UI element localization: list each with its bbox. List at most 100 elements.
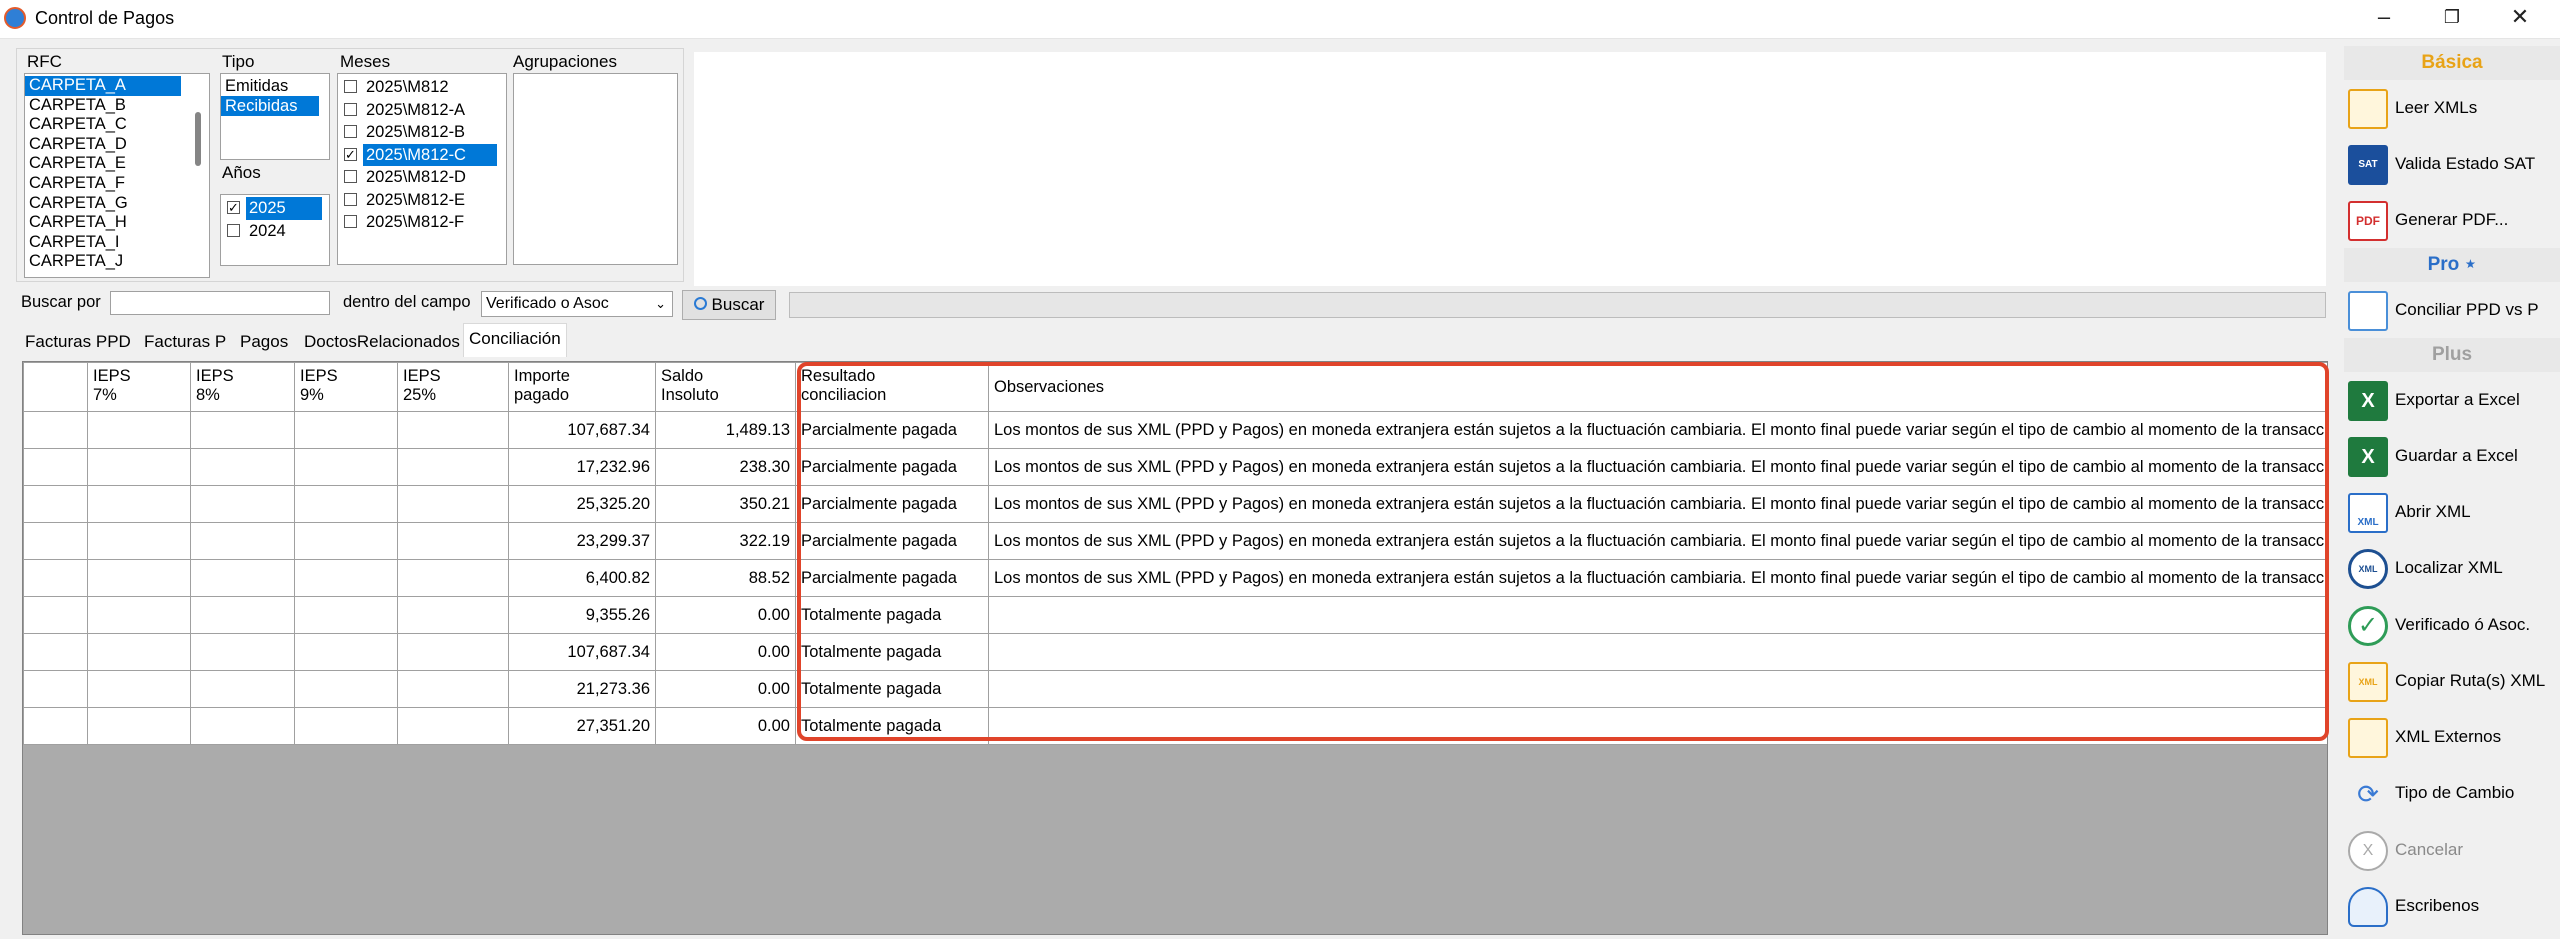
- cell-saldo[interactable]: 0.00: [655, 596, 796, 634]
- tipo-cambio-button[interactable]: ⟳ Tipo de Cambio: [2344, 765, 2560, 821]
- column-header-ieps25[interactable]: IEPS 25%: [397, 362, 509, 412]
- cell-ieps8[interactable]: [190, 559, 295, 597]
- mes-item[interactable]: 2025\M812-B: [338, 121, 506, 144]
- tab-pagos[interactable]: Pagos: [234, 327, 294, 355]
- row-selector[interactable]: [23, 411, 88, 449]
- checkbox[interactable]: [344, 125, 357, 139]
- cell-importe[interactable]: 27,351.20: [508, 707, 656, 745]
- cell-saldo[interactable]: 0.00: [655, 633, 796, 671]
- row-selector[interactable]: [23, 707, 88, 745]
- buscar-button[interactable]: Buscar: [682, 290, 776, 320]
- cell-importe[interactable]: 9,355.26: [508, 596, 656, 634]
- rfc-item[interactable]: CARPETA_I: [25, 233, 181, 253]
- valida-sat-button[interactable]: SAT Valida Estado SAT: [2344, 136, 2560, 192]
- cell-ieps9[interactable]: [294, 522, 398, 560]
- anio-item[interactable]: ✓ 2025: [221, 197, 329, 220]
- checkbox[interactable]: [344, 102, 357, 116]
- cell-importe[interactable]: 6,400.82: [508, 559, 656, 597]
- rfc-item[interactable]: CARPETA_H: [25, 213, 181, 233]
- cell-saldo[interactable]: 350.21: [655, 485, 796, 523]
- localizar-xml-button[interactable]: XML Localizar XML: [2344, 540, 2560, 596]
- row-selector[interactable]: [23, 559, 88, 597]
- exportar-excel-button[interactable]: X Exportar a Excel: [2344, 372, 2560, 428]
- rfc-item[interactable]: CARPETA_F: [25, 174, 181, 194]
- mes-item[interactable]: 2025\M812: [338, 76, 506, 99]
- generar-pdf-button[interactable]: PDF Generar PDF...: [2344, 192, 2560, 248]
- rfc-item[interactable]: CARPETA_E: [25, 154, 181, 174]
- cell-ieps8[interactable]: [190, 522, 295, 560]
- rfc-item[interactable]: CARPETA_C: [25, 115, 181, 135]
- cell-ieps9[interactable]: [294, 448, 398, 486]
- cell-ieps9[interactable]: [294, 559, 398, 597]
- cell-ieps8[interactable]: [190, 633, 295, 671]
- cell-importe[interactable]: 23,299.37: [508, 522, 656, 560]
- agrupaciones-listbox[interactable]: [513, 73, 678, 265]
- cell-ieps7[interactable]: [87, 707, 191, 745]
- restore-icon[interactable]: ❐: [2418, 0, 2486, 36]
- cell-ieps9[interactable]: [294, 411, 398, 449]
- escribenos-button[interactable]: Escribenos: [2344, 878, 2560, 934]
- row-selector[interactable]: [23, 633, 88, 671]
- tipo-item[interactable]: Recibidas: [221, 96, 319, 116]
- cell-ieps25[interactable]: [397, 633, 509, 671]
- mes-item[interactable]: 2025\M812-D: [338, 166, 506, 189]
- cell-ieps7[interactable]: [87, 411, 191, 449]
- column-header-ieps9[interactable]: IEPS 9%: [294, 362, 398, 412]
- tab-doctosrelacionados[interactable]: DoctosRelacionados: [298, 327, 466, 355]
- cancelar-button[interactable]: X Cancelar: [2344, 822, 2560, 878]
- cell-importe[interactable]: 25,325.20: [508, 485, 656, 523]
- copiar-ruta-button[interactable]: XML Copiar Ruta(s) XML: [2344, 653, 2560, 709]
- cell-ieps7[interactable]: [87, 596, 191, 634]
- cell-ieps25[interactable]: [397, 411, 509, 449]
- checkbox[interactable]: [344, 192, 357, 206]
- minimize-icon[interactable]: –: [2350, 0, 2418, 36]
- verificado-button[interactable]: ✓ Verificado ó Asoc.: [2344, 597, 2560, 653]
- tab-conciliaci-n[interactable]: Conciliación: [463, 323, 567, 357]
- anios-listbox[interactable]: ✓ 2025 2024: [220, 194, 330, 266]
- checkbox-checked[interactable]: ✓: [227, 201, 240, 215]
- cell-ieps7[interactable]: [87, 670, 191, 708]
- anio-item[interactable]: 2024: [221, 220, 329, 243]
- cell-importe[interactable]: 17,232.96: [508, 448, 656, 486]
- cell-ieps7[interactable]: [87, 485, 191, 523]
- search-input[interactable]: [110, 291, 330, 315]
- tipo-listbox[interactable]: Emitidas Recibidas: [220, 73, 330, 160]
- cell-ieps9[interactable]: [294, 707, 398, 745]
- cell-ieps25[interactable]: [397, 559, 509, 597]
- mes-item[interactable]: ✓ 2025\M812-C: [338, 143, 506, 166]
- rfc-item[interactable]: CARPETA_D: [25, 135, 181, 155]
- checkbox[interactable]: [344, 80, 357, 94]
- tab-facturas-p[interactable]: Facturas P: [138, 327, 232, 355]
- cell-ieps7[interactable]: [87, 448, 191, 486]
- checkbox[interactable]: [227, 223, 240, 237]
- cell-ieps25[interactable]: [397, 522, 509, 560]
- conciliar-button[interactable]: Conciliar PPD vs P: [2344, 282, 2560, 338]
- cell-ieps25[interactable]: [397, 707, 509, 745]
- column-header-sel[interactable]: [23, 362, 88, 412]
- cell-ieps7[interactable]: [87, 559, 191, 597]
- cell-ieps8[interactable]: [190, 485, 295, 523]
- guardar-excel-button[interactable]: X Guardar a Excel: [2344, 428, 2560, 484]
- cell-ieps25[interactable]: [397, 670, 509, 708]
- cell-ieps8[interactable]: [190, 670, 295, 708]
- mes-item[interactable]: 2025\M812-F: [338, 211, 506, 234]
- cell-ieps25[interactable]: [397, 485, 509, 523]
- field-select[interactable]: Verificado o Asoc ⌄: [481, 291, 673, 317]
- mes-item[interactable]: 2025\M812-A: [338, 99, 506, 122]
- cell-saldo[interactable]: 238.30: [655, 448, 796, 486]
- rfc-item[interactable]: CARPETA_A: [25, 76, 181, 96]
- cell-ieps8[interactable]: [190, 707, 295, 745]
- cell-ieps9[interactable]: [294, 670, 398, 708]
- cell-ieps7[interactable]: [87, 522, 191, 560]
- mes-item[interactable]: 2025\M812-E: [338, 189, 506, 212]
- tab-facturas-ppd[interactable]: Facturas PPD: [19, 327, 137, 355]
- cell-ieps7[interactable]: [87, 633, 191, 671]
- rfc-listbox[interactable]: CARPETA_A CARPETA_B CARPETA_C CARPETA_D CARP…: [24, 73, 210, 278]
- cell-importe[interactable]: 21,273.36: [508, 670, 656, 708]
- close-icon[interactable]: ✕: [2486, 0, 2554, 36]
- cell-importe[interactable]: 107,687.34: [508, 633, 656, 671]
- rfc-item[interactable]: CARPETA_B: [25, 96, 181, 116]
- tipo-item[interactable]: Emitidas: [221, 76, 319, 96]
- checkbox[interactable]: [344, 170, 357, 184]
- leer-xmls-button[interactable]: Leer XMLs: [2344, 80, 2560, 136]
